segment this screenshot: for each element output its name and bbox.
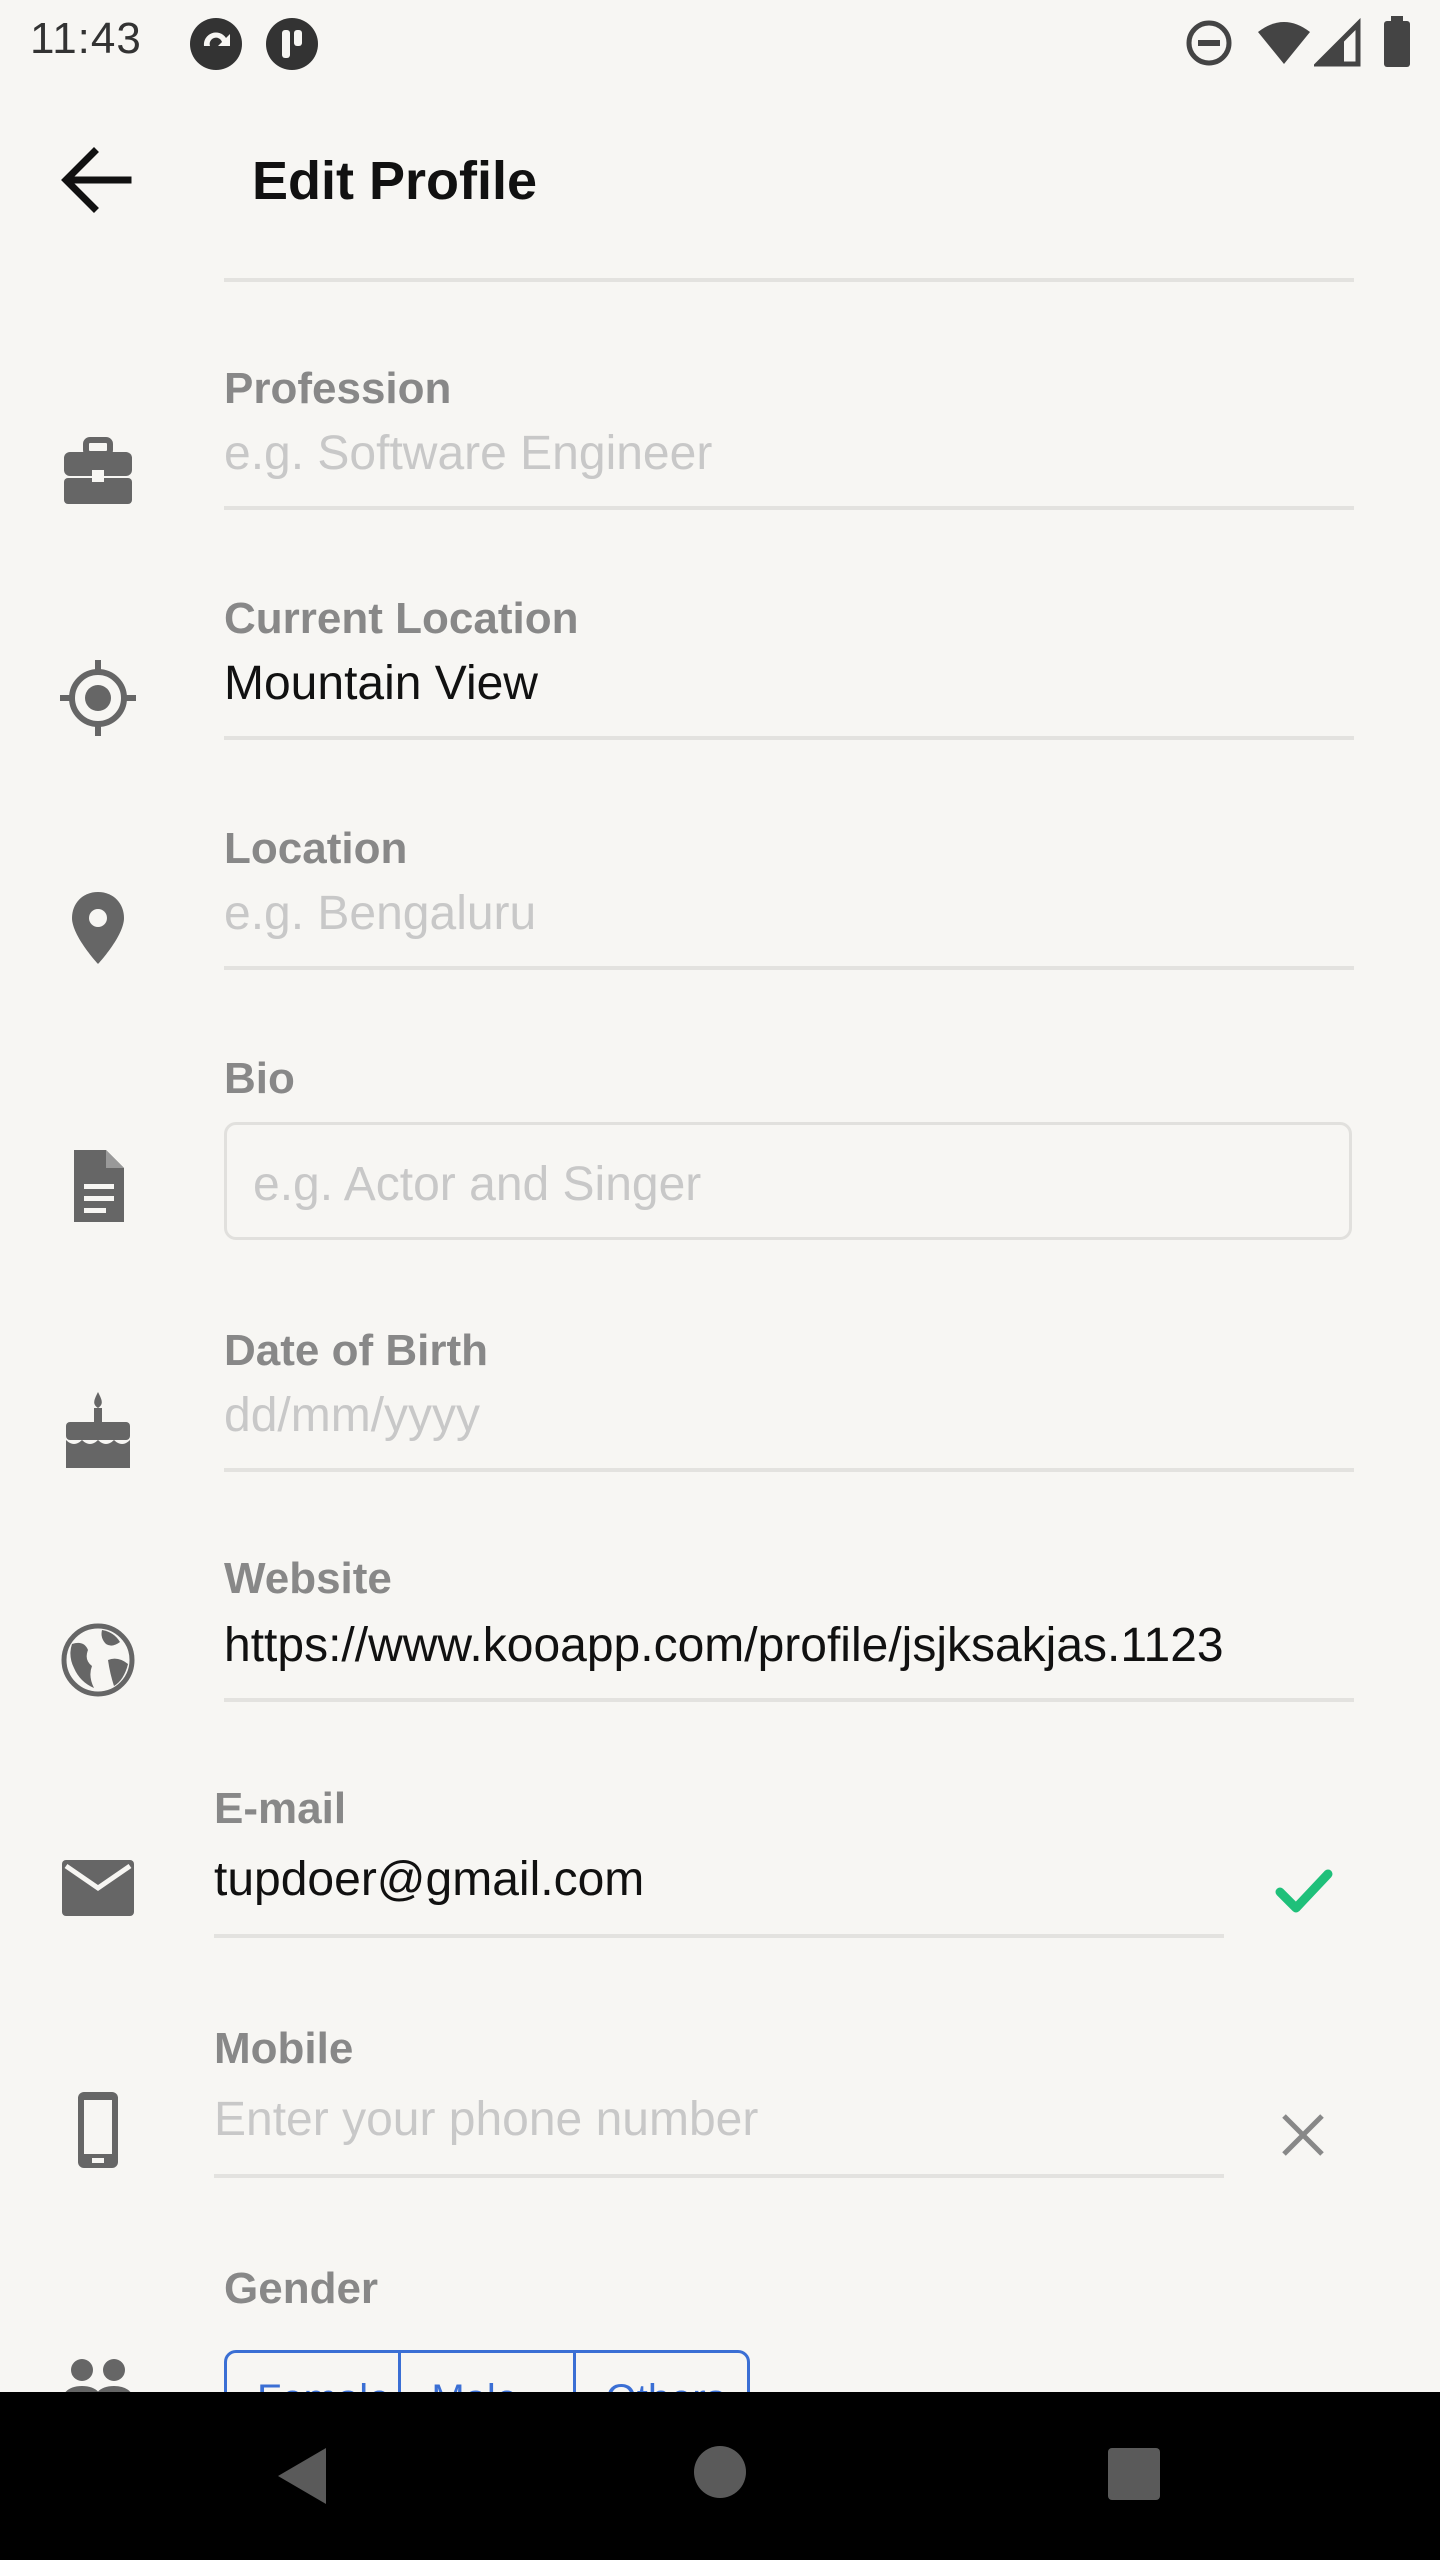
document-icon xyxy=(58,1146,138,1226)
mobile-input[interactable]: Enter your phone number xyxy=(214,2092,1224,2147)
current-location-label: Current Location xyxy=(224,594,579,643)
bio-textarea[interactable]: e.g. Actor and Singer xyxy=(224,1122,1352,1240)
email-underline xyxy=(214,1934,1224,1938)
location-input[interactable]: e.g. Bengaluru xyxy=(224,886,1354,941)
website-underline xyxy=(224,1698,1354,1702)
nav-home-icon[interactable] xyxy=(692,2444,748,2505)
back-arrow-icon[interactable] xyxy=(50,130,150,230)
dob-underline xyxy=(224,1468,1354,1472)
gps-target-icon xyxy=(58,658,138,738)
location-label: Location xyxy=(224,824,408,873)
current-location-input[interactable]: Mountain View xyxy=(224,656,1354,711)
phone-icon xyxy=(58,2090,138,2170)
mobile-underline xyxy=(214,2174,1224,2178)
bio-label: Bio xyxy=(224,1054,295,1103)
website-label: Website xyxy=(224,1554,392,1603)
website-input[interactable]: https://www.kooapp.com/profile/jsjksakja… xyxy=(224,1618,1364,1673)
briefcase-icon xyxy=(58,430,138,510)
gender-label: Gender xyxy=(224,2264,379,2313)
email-label: E-mail xyxy=(214,1784,347,1833)
profession-input[interactable]: e.g. Software Engineer xyxy=(224,426,1354,481)
location-underline xyxy=(224,966,1354,970)
app-notification-icon xyxy=(188,16,244,77)
nav-back-icon[interactable] xyxy=(272,2444,332,2513)
globe-icon xyxy=(58,1620,138,1700)
email-input[interactable]: tupdoer@gmail.com xyxy=(214,1852,1224,1907)
app-notification-icon-2 xyxy=(264,16,320,77)
signal-icon xyxy=(1311,17,1362,73)
cake-icon xyxy=(58,1390,138,1470)
do-not-disturb-icon xyxy=(1184,18,1234,73)
bio-placeholder: e.g. Actor and Singer xyxy=(253,1158,702,1211)
check-icon xyxy=(1274,1866,1334,1921)
battery-icon xyxy=(1382,16,1412,73)
status-time: 11:43 xyxy=(30,14,142,63)
dob-input[interactable]: dd/mm/yyyy xyxy=(224,1388,1354,1443)
current-location-underline xyxy=(224,736,1354,740)
envelope-icon xyxy=(58,1848,138,1928)
profession-label: Profession xyxy=(224,364,452,413)
map-pin-icon xyxy=(58,888,138,968)
system-navigation-bar xyxy=(0,2392,1440,2560)
close-icon[interactable] xyxy=(1278,2110,1328,2165)
wifi-icon xyxy=(1256,18,1312,73)
page-title: Edit Profile xyxy=(252,151,538,211)
mobile-label: Mobile xyxy=(214,2024,354,2073)
field-divider xyxy=(224,278,1354,282)
dob-label: Date of Birth xyxy=(224,1326,488,1375)
nav-recents-icon[interactable] xyxy=(1106,2446,1162,2507)
profession-underline xyxy=(224,506,1354,510)
